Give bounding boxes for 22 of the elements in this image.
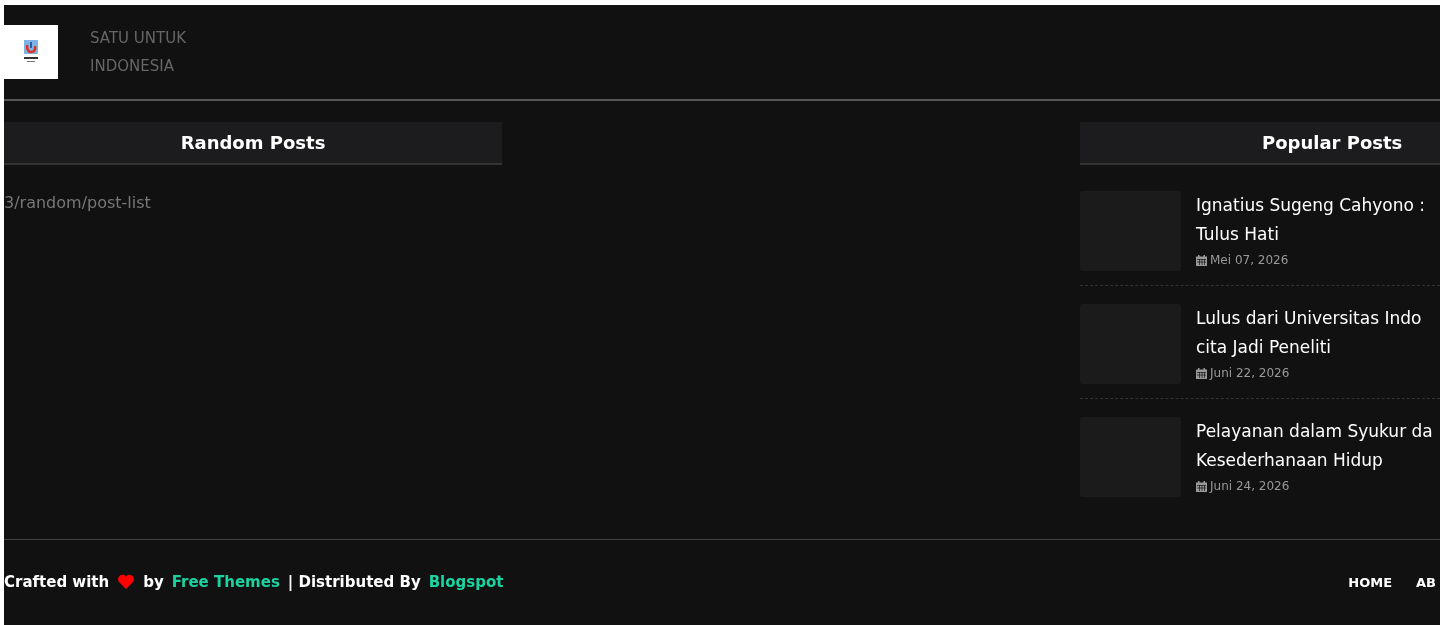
logo[interactable]: [4, 25, 58, 80]
footer-text: Crafted with: [4, 572, 110, 593]
post-date: Mei 07, 2026: [1210, 252, 1289, 270]
widget-content: 3/random/post-list: [4, 192, 152, 215]
post-title[interactable]: Lulus dari Universitas Indo cita Jadi Peneliti: [1196, 304, 1422, 363]
footer-link[interactable]: Free Themes: [171, 571, 280, 594]
post-title[interactable]: Pelayanan dalam Syukur da Kesederhanaan Hidup: [1196, 417, 1433, 476]
footer-menu-link[interactable]: AB: [1416, 572, 1436, 592]
footer-text: | Distributed By: [287, 572, 421, 593]
calendar-icon: [1196, 367, 1207, 379]
site-tagline: SATU UNTUK INDONESIA: [90, 28, 186, 78]
calendar-icon: [1196, 254, 1207, 266]
widget-title: Random Posts: [4, 122, 502, 166]
post-date: Juni 24, 2026: [1210, 478, 1290, 496]
footer-text: by: [143, 572, 164, 593]
footer-menu-link[interactable]: HOME: [1348, 572, 1392, 592]
widget-title: Popular Posts: [1080, 122, 1440, 166]
heart-icon: [117, 574, 136, 591]
footer-link[interactable]: Blogspot: [428, 571, 504, 594]
post-title[interactable]: Ignatius Sugeng Cahyono : Tulus Hati: [1196, 191, 1426, 250]
post-date: Juni 22, 2026: [1210, 365, 1290, 383]
calendar-icon: [1196, 480, 1207, 492]
